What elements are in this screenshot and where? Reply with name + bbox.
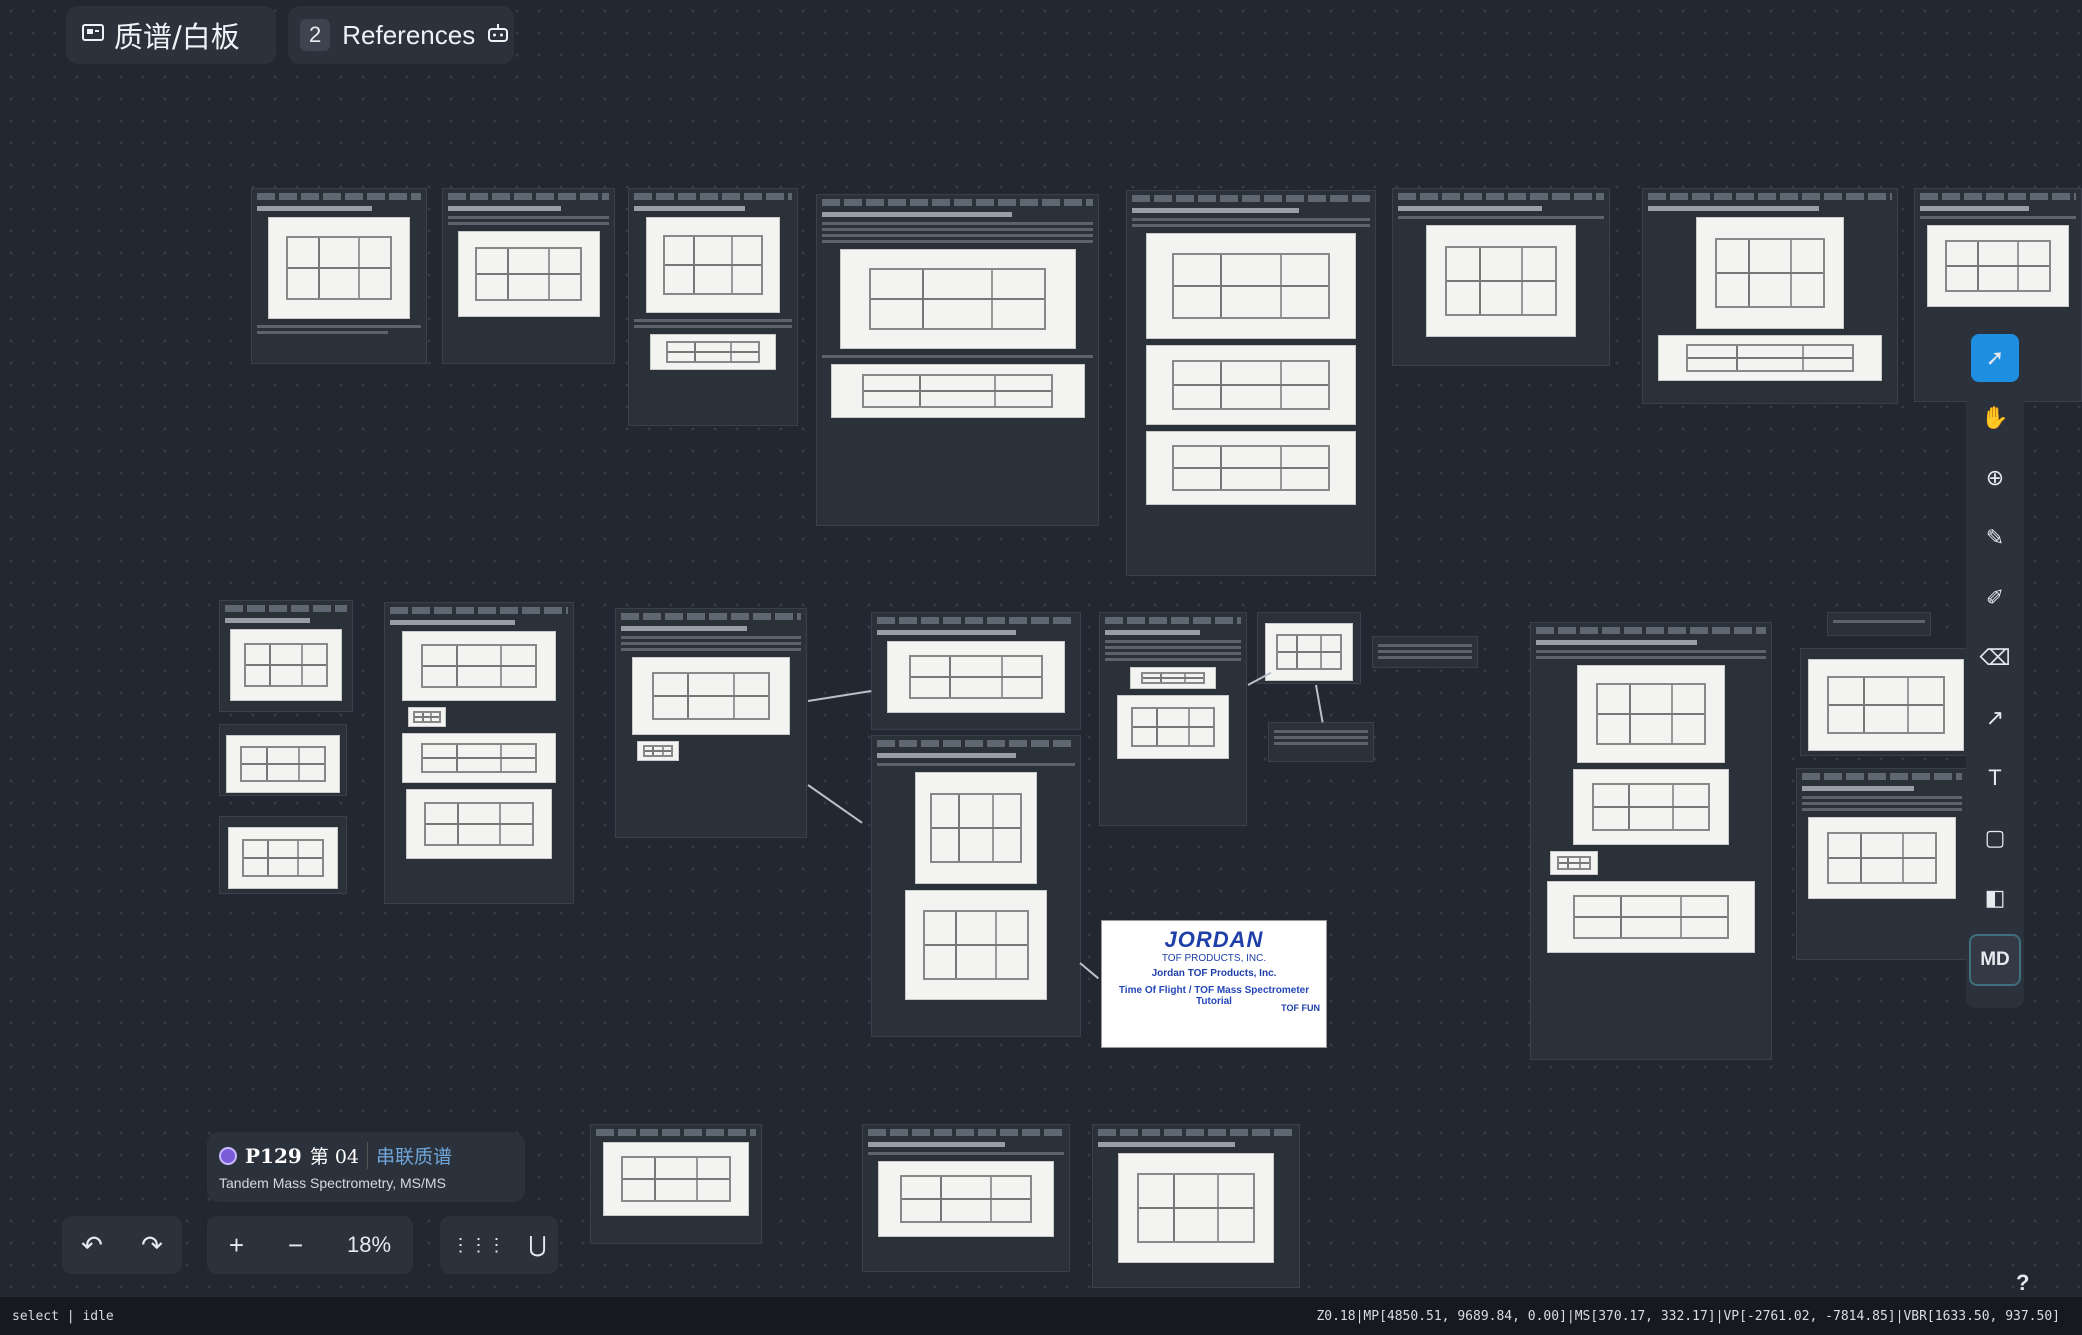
hand-icon: ✋	[1981, 405, 2009, 430]
canvas-card-table[interactable]	[219, 724, 347, 796]
canvas-card-orbitrap[interactable]	[1800, 648, 1972, 756]
add-tool-button[interactable]: ⊕	[1971, 454, 2019, 502]
undo-icon[interactable]: ↶	[81, 1230, 103, 1261]
canvas-card-fab[interactable]	[628, 188, 798, 426]
plus-circle-icon: ⊕	[1985, 465, 2005, 490]
zoom-out-button[interactable]: −	[288, 1230, 303, 1261]
canvas-card-mass-analyzer[interactable]	[219, 600, 353, 712]
redo-icon[interactable]: ↷	[141, 1230, 163, 1261]
tool-palette: ➚ ✋ ⊕ ✎ ✐ ⌫ ↗ T ▢ ◧ MD	[1966, 326, 2024, 1008]
canvas-card-formula[interactable]	[1827, 612, 1931, 636]
canvas-card-maldi[interactable]	[816, 194, 1099, 526]
canvas-card-ei[interactable]	[251, 188, 427, 364]
references-panel[interactable]: 2 References	[288, 6, 514, 64]
hand-tool-button[interactable]: ✋	[1971, 394, 2019, 442]
markdown-tool-button[interactable]: MD	[1969, 934, 2021, 986]
connector-arrow	[1079, 962, 1100, 980]
grid-toggle-icon[interactable]: ⋮⋮⋮	[451, 1235, 505, 1256]
canvas-card-quad-field[interactable]	[1257, 612, 1361, 684]
canvas-card-tof[interactable]	[615, 608, 807, 838]
highlighter-tool-button[interactable]: ✐	[1971, 574, 2019, 622]
text-icon: T	[1988, 765, 2002, 790]
connector-arrow	[807, 784, 863, 824]
page-number: P129	[245, 1143, 302, 1168]
status-mode: select | idle	[12, 1309, 114, 1324]
canvas-card-quadrupole[interactable]	[1099, 612, 1247, 826]
status-metrics: Z0.18|MP[4850.51, 9689.84, 0.00]|MS[370.…	[1316, 1309, 2060, 1324]
text-tool-button[interactable]: T	[1971, 754, 2019, 802]
cursor-icon: ➚	[1985, 345, 2005, 370]
chapter-label: 第 04	[309, 1146, 360, 1168]
history-controls: ↶ ↷	[62, 1216, 182, 1274]
canvas-card-ci[interactable]	[442, 188, 615, 364]
zoom-controls: + − 18%	[207, 1216, 413, 1274]
canvas-card-ion-trap[interactable]	[1796, 768, 1968, 960]
jordan-company-line: TOF PRODUCTS, INC.	[1161, 953, 1267, 964]
canvas-card-tandem[interactable]	[590, 1124, 762, 1244]
references-count: 2	[300, 19, 331, 51]
canvas-card-esi[interactable]	[1392, 188, 1610, 366]
zoom-level[interactable]: 18%	[347, 1232, 391, 1258]
frame-tool-button[interactable]: ◧	[1971, 874, 2019, 922]
topic-subtitle: Tandem Mass Spectrometry, MS/MS	[219, 1175, 446, 1191]
jordan-tof-card[interactable]: JORDAN TOF PRODUCTS, INC. Jordan TOF Pro…	[1101, 920, 1327, 1048]
current-page-info[interactable]: P129 第 04 串联质谱 Tandem Mass Spectrometry,…	[207, 1132, 525, 1202]
help-button[interactable]: ?	[2016, 1270, 2029, 1296]
canvas-card-triple-quad[interactable]	[862, 1124, 1070, 1272]
canvas-card-note-1[interactable]	[1372, 636, 1478, 668]
canvas-options: ⋮⋮⋮ ⋃	[440, 1216, 558, 1274]
status-bar: select | idle Z0.18|MP[4850.51, 9689.84,…	[0, 1297, 2082, 1335]
eraser-icon: ⌫	[1979, 645, 2011, 670]
board-title-panel[interactable]: 质谱/白板	[66, 6, 276, 64]
canvas-card-api[interactable]	[1126, 190, 1376, 576]
canvas-card-desi[interactable]	[1642, 188, 1898, 404]
eraser-tool-button[interactable]: ⌫	[1971, 634, 2019, 682]
connector-arrow	[1315, 684, 1324, 723]
status-dot-icon	[219, 1146, 237, 1165]
connector-arrow	[807, 690, 872, 702]
references-label: References	[342, 19, 476, 50]
rectangle-tool-button[interactable]: ▢	[1971, 814, 2019, 862]
board-title: 质谱/白板	[114, 20, 240, 54]
board-icon	[82, 23, 104, 48]
robot-icon	[487, 23, 509, 48]
magnet-snap-icon[interactable]: ⋃	[528, 1232, 546, 1258]
markdown-icon: MD	[1980, 949, 2010, 970]
jordan-tof-fun: TOF FUN	[1281, 1003, 1320, 1013]
canvas-card-qtof[interactable]	[1092, 1124, 1300, 1288]
highlighter-icon: ✐	[1985, 585, 2005, 610]
canvas-card-figure[interactable]	[219, 816, 347, 894]
canvas-card-reflectron[interactable]	[871, 612, 1081, 730]
select-tool-button[interactable]: ➚	[1971, 334, 2019, 382]
jordan-company: Jordan TOF Products, Inc.	[1151, 968, 1277, 979]
jordan-logo: JORDAN	[1164, 927, 1264, 952]
rectangle-icon: ▢	[1984, 825, 2006, 850]
canvas-card-note-2[interactable]	[1268, 722, 1374, 762]
canvas-card-oa-tof[interactable]	[871, 735, 1081, 1037]
canvas-card-magnetic-sector[interactable]	[384, 602, 574, 904]
frame-icon: ◧	[1984, 885, 2006, 910]
pen-icon: ✎	[1985, 525, 2005, 550]
arrow-tool-button[interactable]: ↗	[1971, 694, 2019, 742]
canvas-card-ft-icr[interactable]	[1530, 622, 1772, 1060]
topic-link[interactable]: 串联质谱	[367, 1142, 452, 1169]
pen-tool-button[interactable]: ✎	[1971, 514, 2019, 562]
zoom-in-button[interactable]: +	[229, 1230, 244, 1261]
arrow-icon: ↗	[1985, 705, 2005, 730]
